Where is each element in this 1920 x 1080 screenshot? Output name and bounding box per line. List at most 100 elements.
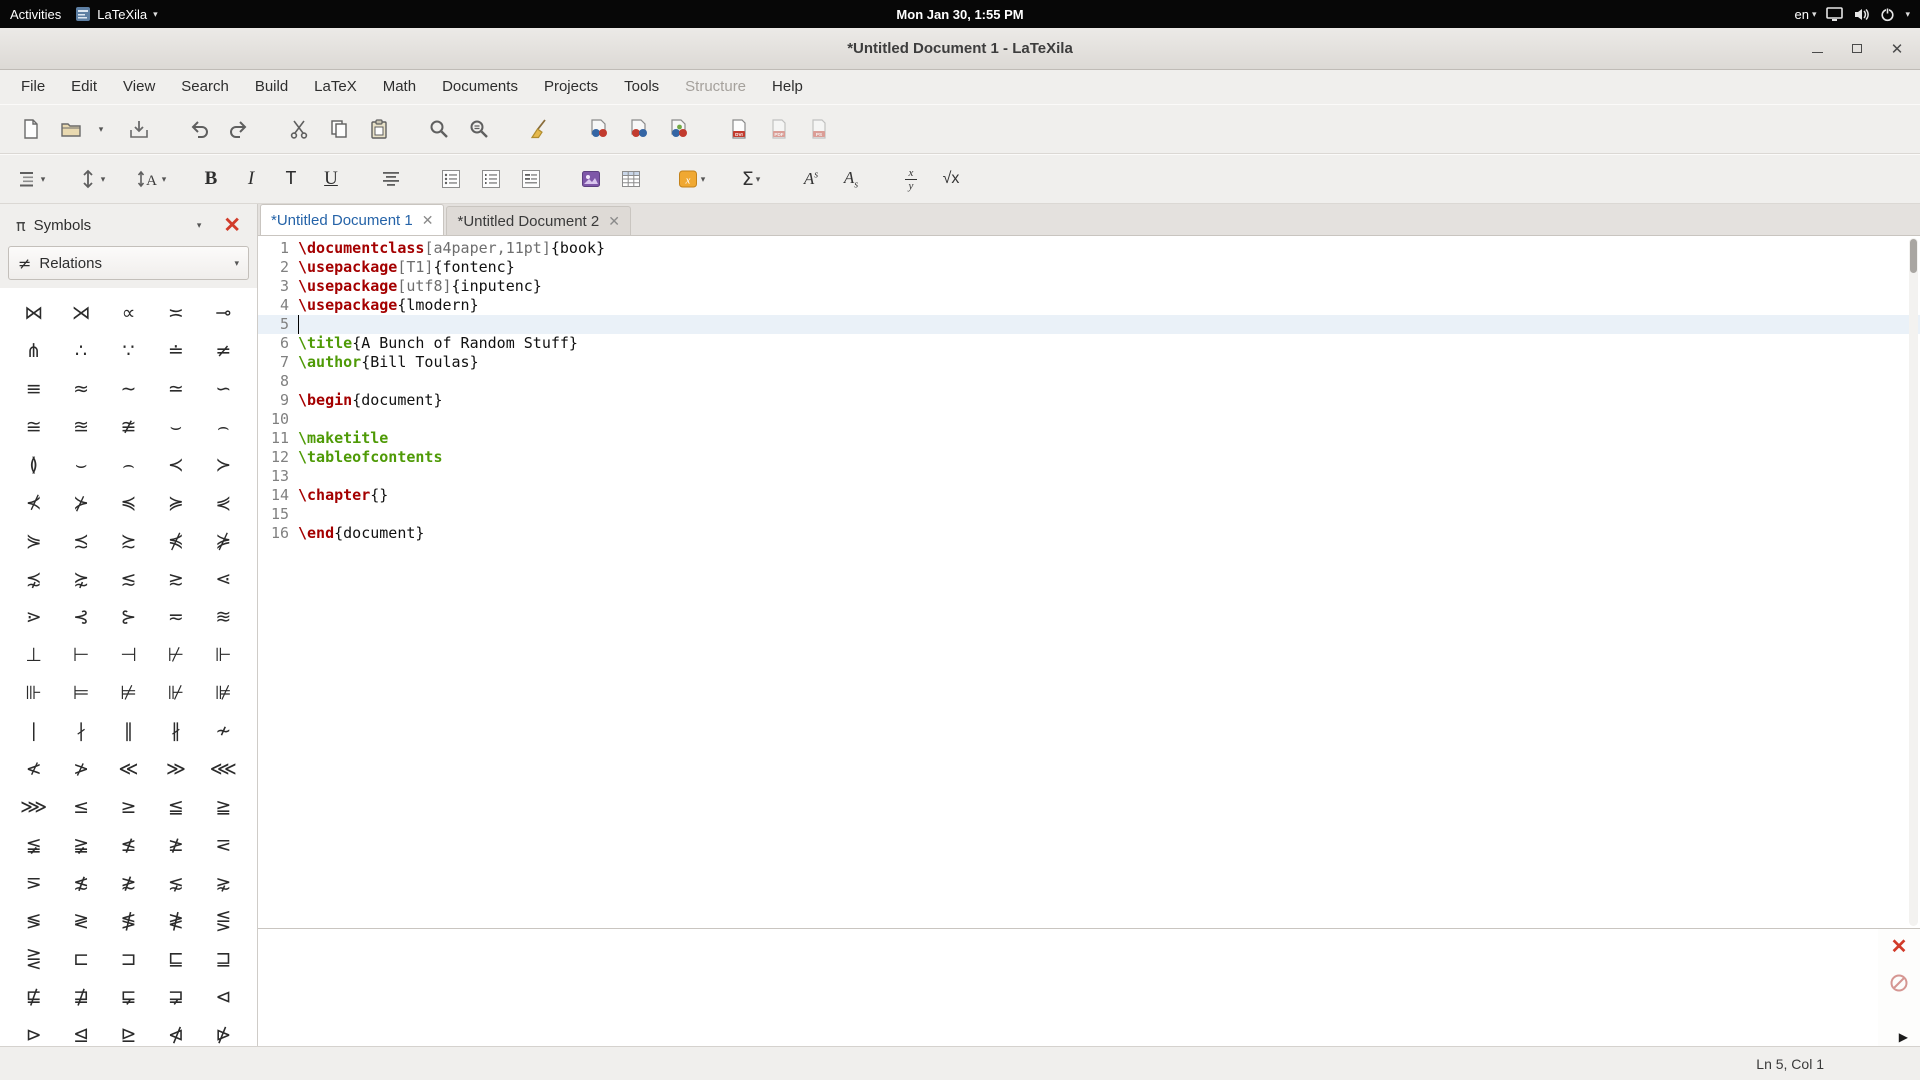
code-line[interactable]: 10 (258, 410, 1920, 429)
symbol-cell[interactable]: ⋩ (57, 560, 104, 598)
menu-tools[interactable]: Tools (611, 70, 672, 104)
symbol-cell[interactable]: ⋪ (152, 1016, 199, 1046)
window-title-bar[interactable]: *Untitled Document 1 - LaTeXila ✕ (0, 28, 1920, 70)
side-panel-close-button[interactable]: ✕ (215, 215, 249, 236)
menu-search[interactable]: Search (168, 70, 242, 104)
symbol-cell[interactable]: ≹ (152, 902, 199, 940)
symbol-cell[interactable]: ⋧ (200, 864, 247, 902)
code-line[interactable]: 6\title{A Bunch of Random Stuff} (258, 334, 1920, 353)
symbol-cell[interactable]: ⌢ (200, 408, 247, 446)
bold-button[interactable]: B (192, 160, 230, 198)
tab-close-icon[interactable]: ✕ (608, 213, 620, 230)
menu-math[interactable]: Math (370, 70, 429, 104)
build-latex-button[interactable] (580, 110, 618, 148)
redo-button[interactable] (220, 110, 258, 148)
search-button[interactable] (420, 110, 458, 148)
symbol-cell[interactable]: ≫ (152, 750, 199, 788)
app-menu-button[interactable]: LaTeXila ▾ (75, 6, 157, 22)
activities-button[interactable]: Activities (10, 7, 61, 22)
symbol-cell[interactable]: ≷ (57, 902, 104, 940)
symbol-cell[interactable]: ∥ (105, 712, 152, 750)
symbol-cell[interactable]: ∴ (57, 332, 104, 370)
paste-button[interactable] (360, 110, 398, 148)
symbol-cell[interactable]: ≮ (10, 750, 57, 788)
symbol-cell[interactable]: ≈ (57, 370, 104, 408)
symbol-cell[interactable]: ∦ (152, 712, 199, 750)
open-recent-dropdown[interactable]: ▾ (92, 110, 110, 148)
scrollbar-thumb[interactable] (1910, 239, 1917, 273)
symbol-cell[interactable]: ≵ (105, 864, 152, 902)
symbol-cell[interactable]: ⊩ (200, 636, 247, 674)
symbol-cell[interactable]: ≡ (10, 370, 57, 408)
minimize-button[interactable] (1808, 40, 1826, 58)
symbol-cell[interactable]: ∽ (200, 370, 247, 408)
chevron-down-icon[interactable]: ▾ (1905, 9, 1910, 20)
symbol-cell[interactable]: ⊨ (57, 674, 104, 712)
symbol-cell[interactable]: ⊱ (105, 598, 152, 636)
symbol-cell[interactable]: ≲ (105, 560, 152, 598)
symbol-cell[interactable]: ⊭ (105, 674, 152, 712)
symbol-cell[interactable]: ≊ (57, 408, 104, 446)
symbol-cell[interactable]: ⊴ (57, 1016, 104, 1046)
sectioning-button[interactable]: ▾ (12, 160, 50, 198)
volume-icon[interactable] (1853, 7, 1870, 22)
menu-edit[interactable]: Edit (58, 70, 110, 104)
symbol-cell[interactable]: ≬ (10, 446, 57, 484)
insert-image-button[interactable] (572, 160, 610, 198)
symbol-cell[interactable]: ≐ (152, 332, 199, 370)
code-line[interactable]: 5 (258, 315, 1920, 334)
symbol-cell[interactable]: ⋗ (10, 598, 57, 636)
symbol-cell[interactable]: ⋤ (105, 978, 152, 1016)
fraction-button[interactable]: x y (892, 160, 930, 198)
symbol-cell[interactable]: ⋥ (152, 978, 199, 1016)
spacing-button[interactable]: ▾ (72, 160, 110, 198)
symbol-cell[interactable]: ≽ (152, 484, 199, 522)
symbol-cell[interactable]: ⊵ (105, 1016, 152, 1046)
symbol-cell[interactable]: ⋫ (200, 1016, 247, 1046)
tab-close-icon[interactable]: ✕ (422, 212, 434, 229)
symbol-cell[interactable]: ⋈ (10, 294, 57, 332)
symbol-cell[interactable]: ⌣ (57, 446, 104, 484)
stop-execution-icon[interactable] (1889, 973, 1909, 993)
symbol-cell[interactable]: ⌣ (152, 408, 199, 446)
symbol-cell[interactable]: ≅ (10, 408, 57, 446)
symbol-cell[interactable]: ≿ (105, 522, 152, 560)
insert-table-button[interactable] (612, 160, 650, 198)
symbol-cell[interactable]: ≇ (105, 408, 152, 446)
code-line[interactable]: 12\tableofcontents (258, 448, 1920, 467)
symbol-cell[interactable]: ⋦ (152, 864, 199, 902)
side-panel-selector[interactable]: π Symbols ▾ (8, 209, 209, 241)
code-line[interactable]: 13 (258, 467, 1920, 486)
code-line[interactable]: 4\usepackage{lmodern} (258, 296, 1920, 315)
symbol-cell[interactable]: ⊯ (200, 674, 247, 712)
symbol-cell[interactable]: ∼ (105, 370, 152, 408)
symbol-cell[interactable]: ≦ (152, 788, 199, 826)
close-button[interactable]: ✕ (1888, 40, 1906, 58)
menu-projects[interactable]: Projects (531, 70, 611, 104)
clean-build-files-button[interactable] (520, 110, 558, 148)
symbol-cell[interactable]: ∵ (105, 332, 152, 370)
document-tab[interactable]: *Untitled Document 2✕ (446, 206, 630, 235)
symbol-cell[interactable]: ≻ (200, 446, 247, 484)
code-line[interactable]: 8 (258, 372, 1920, 391)
symbol-cell[interactable]: ⋜ (200, 826, 247, 864)
symbol-cell[interactable]: ⋛ (10, 940, 57, 978)
align-center-button[interactable] (372, 160, 410, 198)
list-enumerate-button[interactable] (472, 160, 510, 198)
symbol-cell[interactable]: ⊑ (152, 940, 199, 978)
menu-file[interactable]: File (8, 70, 58, 104)
symbol-cell[interactable]: ⋙ (10, 788, 57, 826)
document-tab[interactable]: *Untitled Document 1✕ (260, 204, 444, 235)
symbol-cell[interactable]: ⋝ (10, 864, 57, 902)
symbol-cell[interactable]: ≺ (152, 446, 199, 484)
code-line[interactable]: 15 (258, 505, 1920, 524)
display-icon[interactable] (1826, 7, 1843, 22)
new-document-button[interactable] (12, 110, 50, 148)
symbol-cell[interactable]: ≧ (200, 788, 247, 826)
symbol-cell[interactable]: ⋡ (200, 522, 247, 560)
symbol-cell[interactable]: ⊏ (57, 940, 104, 978)
symbol-cell[interactable]: ⊪ (10, 674, 57, 712)
italic-button[interactable]: I (232, 160, 270, 198)
symbol-cell[interactable]: ≴ (57, 864, 104, 902)
symbol-cell[interactable]: ⋞ (200, 484, 247, 522)
